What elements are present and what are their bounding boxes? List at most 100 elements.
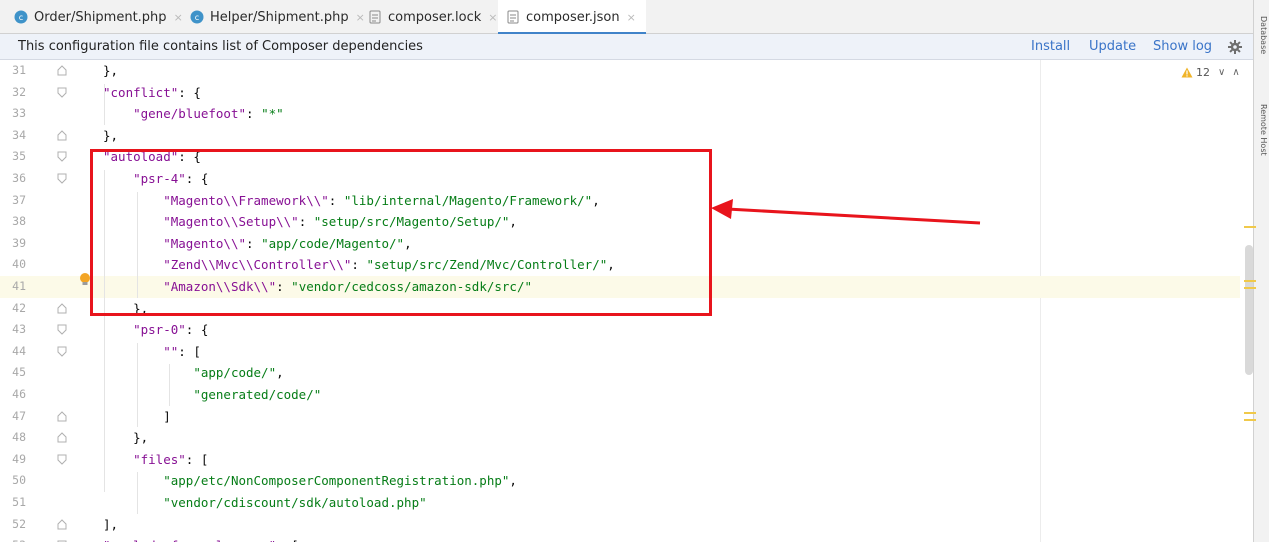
line-number: 52 xyxy=(12,516,26,531)
install-link[interactable]: Install xyxy=(1031,39,1070,54)
code-text: "autoload": { xyxy=(103,149,201,165)
composer-notification-bar: This configuration file contains list of… xyxy=(0,34,1253,60)
previous-problem-icon[interactable]: ∧ xyxy=(1232,67,1239,78)
code-line[interactable]: 50 "app/etc/NonComposerComponentRegistra… xyxy=(0,470,1240,492)
line-number: 43 xyxy=(12,322,26,337)
line-number: 49 xyxy=(12,451,26,466)
indent-guide xyxy=(169,364,170,406)
line-number: 46 xyxy=(12,387,26,401)
close-icon[interactable]: × xyxy=(488,11,497,24)
code-line[interactable]: 46 "generated/code/" xyxy=(0,384,1240,406)
line-number: 42 xyxy=(12,300,26,315)
code-line[interactable]: 42 }, xyxy=(0,298,1240,320)
code-line[interactable]: 33 "gene/bluefoot": "*" xyxy=(0,103,1240,125)
line-number: 40 xyxy=(12,257,26,272)
next-problem-icon[interactable]: ∨ xyxy=(1218,67,1225,78)
code-line[interactable]: 38 "Magento\\Setup\\": "setup/src/Magent… xyxy=(0,211,1240,233)
code-text: "psr-4": { xyxy=(133,171,209,186)
fold-end-icon[interactable] xyxy=(57,518,67,530)
code-line[interactable]: 35 "autoload": { xyxy=(0,146,1240,168)
error-stripe-mark[interactable] xyxy=(1244,419,1256,421)
close-icon[interactable]: × xyxy=(356,11,365,24)
line-number: 41 xyxy=(12,279,26,293)
vertical-scrollbar-thumb[interactable] xyxy=(1245,245,1253,375)
line-number: 32 xyxy=(12,84,26,99)
inspection-widget[interactable]: 12 ∨ ∧ xyxy=(1181,66,1247,79)
code-line[interactable]: 51 "vendor/cdiscount/sdk/autoload.php" xyxy=(0,492,1240,514)
line-number: 45 xyxy=(12,365,26,380)
fold-open-icon[interactable] xyxy=(57,173,67,184)
code-line[interactable]: 49 "files": [ xyxy=(0,449,1240,471)
line-number: 37 xyxy=(12,192,26,207)
fold-open-icon[interactable] xyxy=(57,324,67,335)
indent-guide xyxy=(137,342,138,428)
close-icon[interactable]: × xyxy=(627,11,636,24)
fold-open-icon[interactable] xyxy=(57,454,67,465)
fold-open-icon[interactable] xyxy=(57,87,67,98)
tool-window-remote-host[interactable]: Remote Host xyxy=(1256,104,1268,156)
tab-order-shipment[interactable]: c Order/Shipment.php × xyxy=(14,0,183,34)
svg-text:c: c xyxy=(195,13,199,22)
code-line[interactable]: 39 "Magento\\": "app/code/Magento/", xyxy=(0,233,1240,255)
error-stripe-mark[interactable] xyxy=(1244,280,1256,282)
tab-composer-json[interactable]: composer.json × xyxy=(498,0,646,35)
line-number: 34 xyxy=(12,127,26,142)
tab-label: Order/Shipment.php xyxy=(34,9,167,25)
code-text: "psr-0": { xyxy=(133,322,209,338)
tab-label: composer.json xyxy=(526,9,620,25)
code-line[interactable]: 34}, xyxy=(0,125,1240,147)
code-line[interactable]: 36 "psr-4": { xyxy=(0,168,1240,190)
tab-helper-shipment[interactable]: c Helper/Shipment.php × xyxy=(190,0,365,34)
code-editor[interactable]: 31}, 32 "conflict": {33 "gene/bluefoot": "… xyxy=(0,60,1253,542)
update-link[interactable]: Update xyxy=(1089,39,1136,54)
fold-end-icon[interactable] xyxy=(57,130,67,141)
code-line[interactable]: 41 "Amazon\\Sdk\\": "vendor/cedcoss/amaz… xyxy=(0,276,1240,298)
code-text: }, xyxy=(103,430,149,446)
warning-icon xyxy=(1181,67,1193,78)
code-line[interactable]: 48 }, xyxy=(0,427,1240,449)
code-line[interactable]: 37 "Magento\\Framework\\": "lib/internal… xyxy=(0,190,1240,212)
code-line[interactable]: 52], xyxy=(0,514,1240,536)
fold-open-icon[interactable] xyxy=(57,151,67,163)
code-line[interactable]: 40 "Zend\\Mvc\\Controller\\": "setup/src… xyxy=(0,254,1240,276)
tool-window-database[interactable]: Database xyxy=(1256,16,1268,54)
php-class-icon: c xyxy=(14,10,28,24)
line-number: 31 xyxy=(12,63,26,77)
line-number: 48 xyxy=(12,430,26,445)
tab-composer-lock[interactable]: composer.lock × xyxy=(368,0,498,34)
fold-open-icon[interactable] xyxy=(57,346,67,357)
code-text: }, xyxy=(103,127,119,143)
code-text: "gene/bluefoot": "*" xyxy=(133,106,284,122)
code-line[interactable]: 47 ] xyxy=(0,406,1240,428)
tab-label: composer.lock xyxy=(388,9,482,25)
notification-text: This configuration file contains list of… xyxy=(18,39,423,54)
code-line[interactable]: 43 "psr-0": { xyxy=(0,319,1240,341)
warning-count: 12 xyxy=(1196,66,1210,79)
code-text: "Zend\\Mvc\\Controller\\": "setup/src/Ze… xyxy=(163,257,615,273)
composer-file-icon xyxy=(506,10,520,24)
indent-guide xyxy=(104,170,105,492)
indent-guide xyxy=(104,83,105,125)
error-stripe-mark[interactable] xyxy=(1244,226,1256,228)
code-line[interactable]: 53 "exclude-from-classmap": [ xyxy=(0,535,1240,542)
intention-bulb-icon[interactable] xyxy=(79,272,91,292)
error-stripe-mark[interactable] xyxy=(1244,287,1256,289)
code-text: "": [ xyxy=(163,343,201,359)
code-text: "vendor/cdiscount/sdk/autoload.php" xyxy=(163,495,427,510)
fold-end-icon[interactable] xyxy=(57,432,67,443)
composer-file-icon xyxy=(368,10,382,24)
code-text: "generated/code/" xyxy=(193,387,322,402)
error-stripe-mark[interactable] xyxy=(1244,412,1256,414)
fold-end-icon[interactable] xyxy=(57,410,67,422)
show-log-link[interactable]: Show log xyxy=(1153,39,1212,54)
code-line[interactable]: 31}, xyxy=(0,60,1240,82)
code-line[interactable]: 45 "app/code/", xyxy=(0,362,1240,384)
code-line[interactable]: 32 "conflict": { xyxy=(0,82,1240,104)
fold-end-icon[interactable] xyxy=(57,65,67,76)
line-number: 35 xyxy=(12,149,26,164)
gear-icon[interactable] xyxy=(1227,39,1243,55)
line-number: 33 xyxy=(12,106,26,121)
code-line[interactable]: 44 "": [ xyxy=(0,341,1240,363)
fold-end-icon[interactable] xyxy=(57,302,67,314)
close-icon[interactable]: × xyxy=(174,11,183,24)
